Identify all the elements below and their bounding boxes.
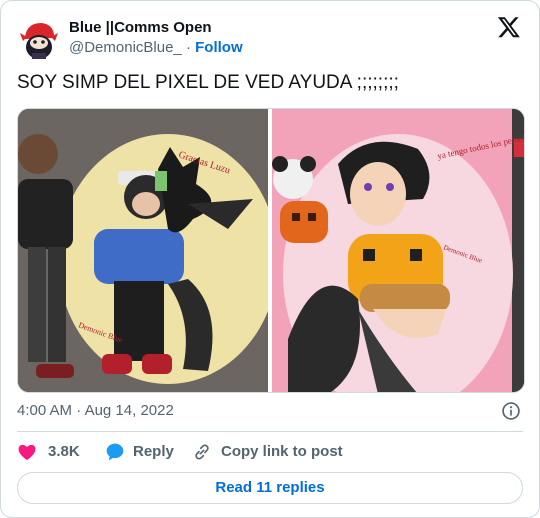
read-replies-button[interactable]: Read 11 replies — [17, 472, 523, 504]
separator-dot: · — [185, 39, 191, 56]
post-date[interactable]: Aug 14, 2022 — [85, 402, 174, 419]
author-display-name[interactable]: Blue ||Comms Open — [69, 18, 243, 38]
post-timestamp[interactable]: 4:00 AM · Aug 14, 2022 — [17, 401, 523, 421]
right-artwork[interactable]: ya tengo todos los peluches Demonic Blue — [272, 109, 525, 393]
reply-bubble-icon — [106, 443, 124, 461]
link-icon — [195, 444, 209, 460]
avatar[interactable] — [17, 17, 61, 61]
author-handle[interactable]: @DemonicBlue_ — [69, 39, 182, 56]
like-action[interactable]: 3.8K — [17, 442, 87, 462]
post-media-grid[interactable]: Gracias Luzu Demonic Blue ya tengo todos… — [17, 108, 525, 393]
follow-link[interactable]: Follow — [195, 39, 243, 56]
post-time[interactable]: 4:00 AM — [17, 402, 72, 419]
timestamp-separator: · — [76, 402, 82, 419]
copy-link-label: Copy link to post — [221, 443, 343, 460]
left-artwork[interactable]: Gracias Luzu Demonic Blue — [18, 109, 278, 393]
heart-icon — [18, 444, 36, 460]
post-header: Blue ||Comms Open @DemonicBlue_ · Follow — [17, 13, 523, 61]
x-logo-icon[interactable] — [497, 15, 521, 39]
author-handle-row: @DemonicBlue_ · Follow — [69, 38, 243, 58]
embedded-post-card: Blue ||Comms Open @DemonicBlue_ · Follow… — [0, 0, 540, 518]
like-count: 3.8K — [48, 443, 80, 460]
reply-action[interactable]: Reply — [105, 442, 175, 462]
divider — [17, 431, 523, 432]
author-names: Blue ||Comms Open @DemonicBlue_ · Follow — [69, 18, 243, 58]
reply-label: Reply — [133, 443, 174, 460]
info-icon[interactable] — [501, 401, 521, 421]
post-text: SOY SIMP DEL PIXEL DE VED AYUDA ;;;;;;;; — [17, 72, 399, 93]
copy-link-action[interactable]: Copy link to post — [192, 442, 352, 462]
